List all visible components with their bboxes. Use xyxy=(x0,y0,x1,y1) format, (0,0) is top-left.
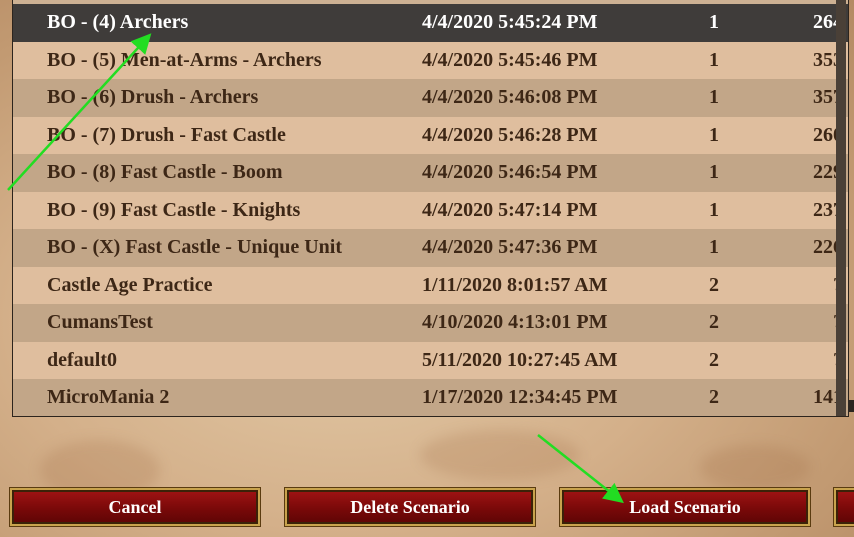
scroll-down-arrow-icon[interactable] xyxy=(848,400,854,412)
scenario-size: 264 xyxy=(813,11,843,34)
scenario-players: 2 xyxy=(709,311,719,334)
scenario-row[interactable]: default0 5/11/2020 10:27:45 AM 2? xyxy=(13,341,848,379)
scenario-name: Castle Age Practice xyxy=(47,273,213,296)
load-scenario-button[interactable]: Load Scenario xyxy=(560,488,810,526)
scenario-name: BO - (X) Fast Castle - Unique Unit xyxy=(47,236,342,259)
scenario-row[interactable]: BO - (8) Fast Castle - Boom 4/4/2020 5:46… xyxy=(13,154,848,192)
scenario-name: CumansTest xyxy=(47,311,153,334)
scenario-row[interactable]: Castle Age Practice 1/11/2020 8:01:57 AM 2… xyxy=(13,266,848,304)
scenario-size: 353 xyxy=(813,48,843,71)
offscreen-button[interactable] xyxy=(834,488,854,526)
scenario-name: BO - (8) Fast Castle - Boom xyxy=(47,161,283,184)
scenario-size: 237 xyxy=(813,198,843,221)
scenario-size: ? xyxy=(789,274,843,297)
scenario-row[interactable]: MicroMania 2 1/17/2020 12:34:45 PM 2 141 xyxy=(13,379,848,416)
scenario-date: 5/11/2020 10:27:45 AM xyxy=(422,348,618,371)
scenario-date: 4/4/2020 5:46:08 PM xyxy=(422,86,598,109)
scenario-date: 1/17/2020 12:34:45 PM xyxy=(422,386,618,409)
scenario-name: BO - (5) Men-at-Arms - Archers xyxy=(47,48,322,71)
scenario-name: BO - (4) Archers xyxy=(47,11,189,34)
delete-scenario-button[interactable]: Delete Scenario xyxy=(285,488,535,526)
scenario-name: BO - (7) Drush - Fast Castle xyxy=(47,123,286,146)
scenario-row[interactable]: BO - (7) Drush - Fast Castle 4/4/2020 5:4… xyxy=(13,116,848,154)
scenario-date: 4/4/2020 5:45:46 PM xyxy=(422,48,598,71)
scenario-date: 4/4/2020 5:46:54 PM xyxy=(422,161,598,184)
scenario-size: 357 xyxy=(813,86,843,109)
scenario-name: MicroMania 2 xyxy=(47,386,170,409)
scenario-name: default0 xyxy=(47,348,117,371)
scenario-row[interactable]: BO - (5) Men-at-Arms - Archers 4/4/2020 5… xyxy=(13,41,848,79)
scenario-row[interactable]: CumansTest 4/10/2020 4:13:01 PM 2? xyxy=(13,304,848,342)
scenario-players: 1 xyxy=(709,236,719,259)
scenario-players: 1 xyxy=(709,161,719,184)
cancel-button[interactable]: Cancel xyxy=(10,488,260,526)
scenario-row[interactable]: BO - (9) Fast Castle - Knights 4/4/2020 5… xyxy=(13,191,848,229)
scenario-row[interactable]: BO - (X) Fast Castle - Unique Unit 4/4/20… xyxy=(13,229,848,267)
parchment-stain xyxy=(700,445,810,490)
scenario-name: BO - (6) Drush - Archers xyxy=(47,86,259,109)
scenario-players: 2 xyxy=(709,273,719,296)
scenario-date: 4/4/2020 5:45:24 PM xyxy=(422,11,598,34)
scenario-size: ? xyxy=(789,311,843,334)
scenario-row[interactable]: BO - (6) Drush - Archers 4/4/2020 5:46:08… xyxy=(13,79,848,117)
scenario-date: 1/11/2020 8:01:57 AM xyxy=(422,273,608,296)
scenario-date: 4/4/2020 5:47:36 PM xyxy=(422,236,598,259)
scenario-date: 4/10/2020 4:13:01 PM xyxy=(422,311,608,334)
scenario-size: 226 xyxy=(813,236,843,259)
scenario-size: 260 xyxy=(813,123,843,146)
scenario-size: 141 xyxy=(813,386,843,409)
scenario-name: BO - (9) Fast Castle - Knights xyxy=(47,198,301,221)
scenario-list[interactable]: BO - (4) Archers 4/4/2020 5:45:24 PM 1 264 B… xyxy=(12,0,849,417)
scenario-players: 1 xyxy=(709,86,719,109)
scenario-size: ? xyxy=(789,349,843,372)
scenario-players: 1 xyxy=(709,123,719,146)
scenario-players: 2 xyxy=(709,386,719,409)
scenario-players: 1 xyxy=(709,48,719,71)
scenario-players: 1 xyxy=(709,198,719,221)
scenario-date: 4/4/2020 5:46:28 PM xyxy=(422,123,598,146)
scenario-size: 229 xyxy=(813,161,843,184)
scenario-players: 1 xyxy=(709,11,719,34)
scenario-players: 2 xyxy=(709,348,719,371)
list-scrollbar-track[interactable] xyxy=(836,0,846,416)
scenario-row-selected[interactable]: BO - (4) Archers 4/4/2020 5:45:24 PM 1 264 xyxy=(13,4,848,42)
scenario-date: 4/4/2020 5:47:14 PM xyxy=(422,198,598,221)
parchment-stain xyxy=(420,430,580,480)
